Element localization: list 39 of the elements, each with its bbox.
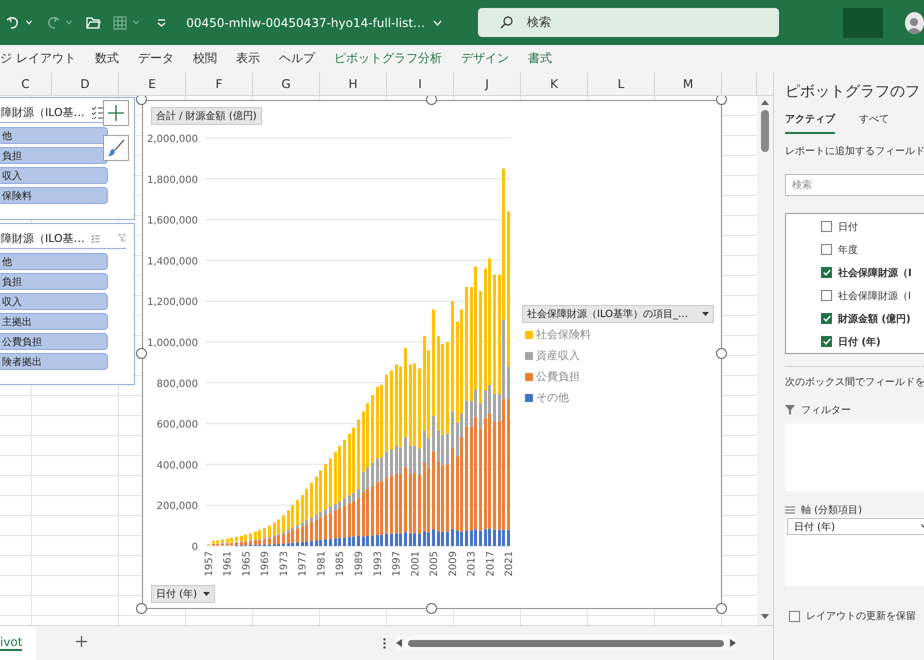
axis-label: 400,000	[156, 460, 198, 472]
legend-label: 資産収入	[536, 348, 580, 363]
axis-label: 1,400,000	[147, 256, 198, 268]
axis-label: 1985	[335, 551, 346, 576]
axis-label: 1,000,000	[147, 338, 198, 349]
axis-label: 1997	[392, 551, 403, 576]
axis-label: 1,600,000	[147, 216, 198, 227]
axis-label: 1973	[278, 551, 290, 576]
axis-label: 1981	[316, 551, 328, 576]
axis-label: 2005	[429, 551, 440, 576]
instruction-text: レポートに追加するフィールド	[785, 144, 924, 158]
axis-label: 1977	[298, 551, 309, 576]
axis-label: 1993	[372, 551, 384, 576]
axis-label: 2017	[485, 551, 496, 576]
instruction-text: 次のボックス間でフィールドを	[785, 366, 924, 389]
slicer-title: 障財源（ILO基…	[1, 104, 85, 120]
axis-label: 0	[192, 542, 198, 553]
axis-label: 1957	[204, 551, 215, 576]
axis-label: 2013	[466, 551, 478, 576]
axis-label: 200,000	[156, 501, 198, 512]
legend-label: 社会保険料	[536, 327, 591, 342]
axis-label: 2021	[504, 551, 516, 576]
axis-label: 800,000	[156, 378, 198, 390]
axis-label: 1965	[241, 551, 252, 576]
axis-label: 2001	[410, 551, 422, 576]
axis-label: 1961	[222, 551, 234, 576]
axis-label: 2009	[448, 551, 459, 576]
axis-label: 2,000,000	[147, 134, 198, 145]
slicer-title: 障財源（ILO基…	[1, 230, 85, 246]
axis-label: 1969	[260, 551, 272, 576]
area-label: 軸 (分類項目)	[801, 504, 862, 517]
axis-label: 1,800,000	[147, 174, 198, 186]
pane-title: ピボットグラフのフ	[785, 82, 921, 102]
axis-label: 1989	[354, 551, 365, 576]
axis-label: 1,200,000	[147, 297, 198, 308]
axis-label: 600,000	[156, 420, 198, 431]
legend-label: 公費負担	[536, 369, 580, 384]
area-label: フィルター	[801, 404, 851, 417]
legend-label: その他	[536, 390, 569, 405]
